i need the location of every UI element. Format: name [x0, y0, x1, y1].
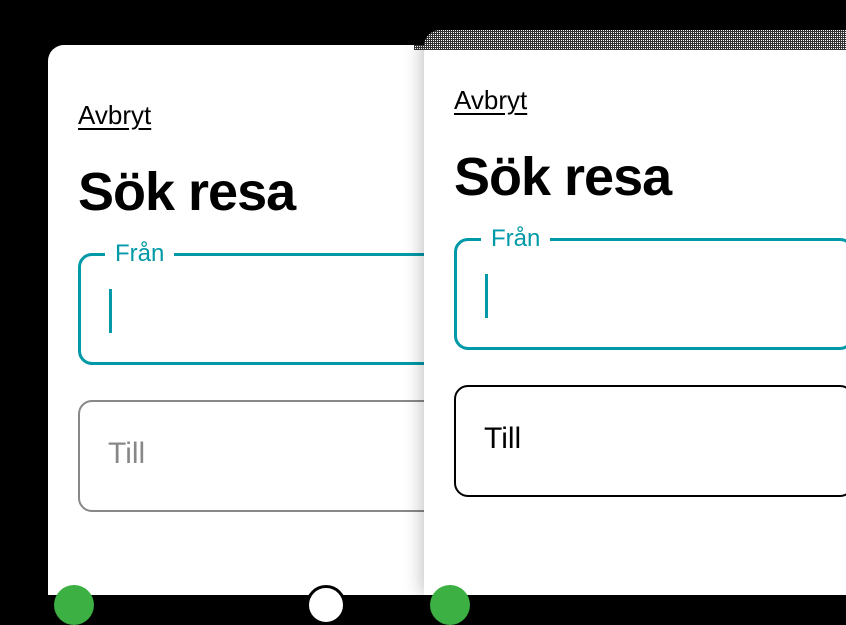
status-dot-green-icon: [54, 585, 94, 625]
from-input[interactable]: Från: [78, 253, 438, 365]
search-panel-right: Avbryt Sök resa Från Till: [424, 30, 846, 595]
from-input-group: Från: [78, 253, 438, 365]
status-dot-outline-icon: [306, 585, 346, 625]
cancel-link[interactable]: Avbryt: [454, 85, 527, 116]
text-cursor-icon: [485, 274, 488, 318]
search-panel-left: Avbryt Sök resa Från Till: [48, 45, 468, 595]
from-input[interactable]: Från: [454, 238, 846, 350]
page-title: Sök resa: [78, 161, 438, 223]
from-label: Från: [105, 240, 174, 268]
to-input[interactable]: Till: [454, 385, 846, 497]
from-label: Från: [481, 225, 550, 253]
from-input-group: Från: [454, 238, 846, 350]
to-placeholder: Till: [484, 422, 521, 455]
decorative-noise-edge: [414, 30, 846, 50]
page-title: Sök resa: [454, 146, 846, 208]
to-placeholder: Till: [108, 437, 145, 470]
cancel-link[interactable]: Avbryt: [78, 100, 151, 131]
status-dot-green-icon: [430, 585, 470, 625]
to-input[interactable]: Till: [78, 400, 438, 512]
text-cursor-icon: [109, 289, 112, 333]
